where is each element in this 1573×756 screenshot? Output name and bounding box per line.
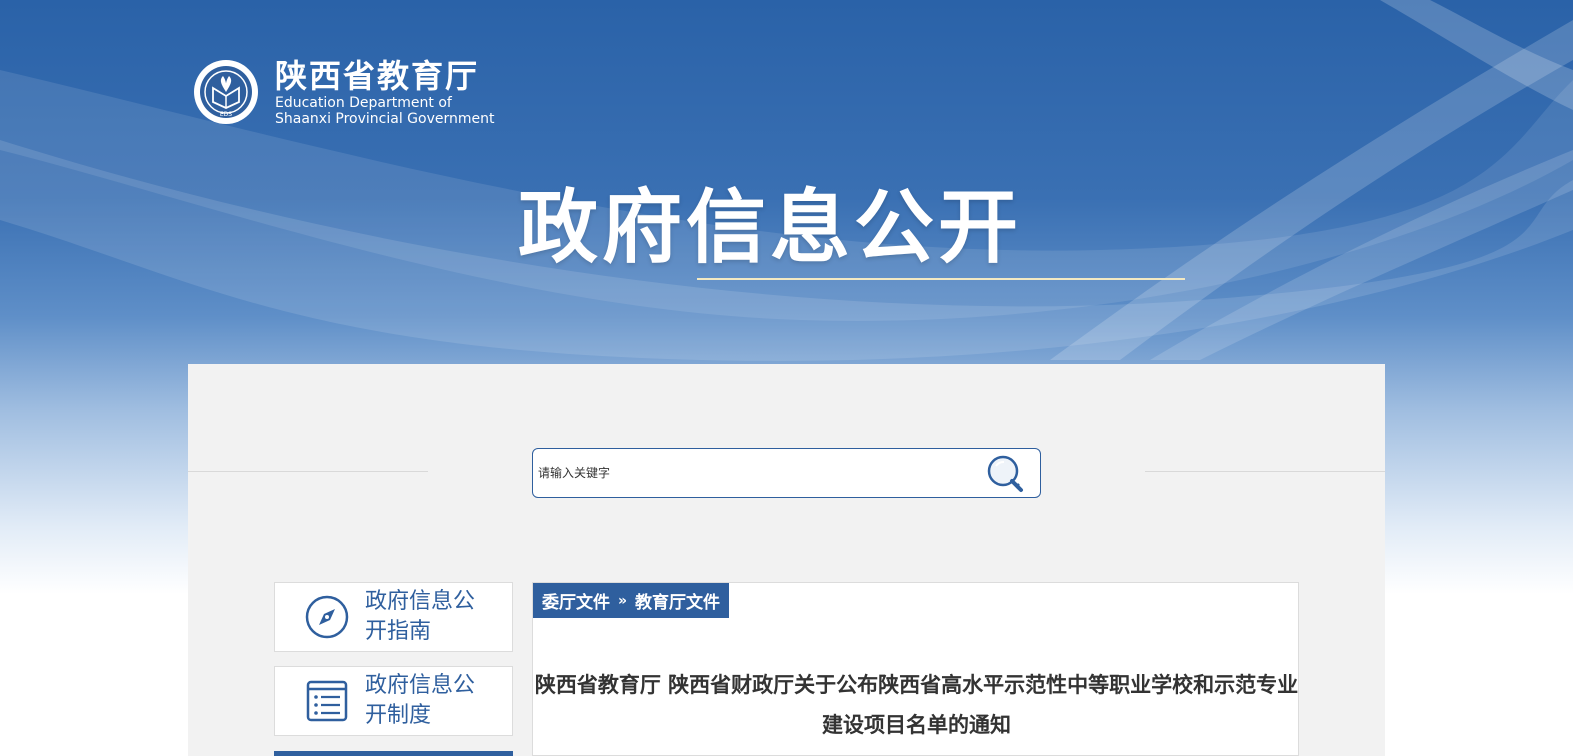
- search-button[interactable]: [985, 454, 1027, 494]
- document-list-icon: [306, 680, 348, 722]
- emblem-icon: EDS: [194, 60, 258, 124]
- org-name-cn: 陕西省教育厅: [275, 57, 480, 95]
- sidebar-item-partial[interactable]: [274, 751, 513, 756]
- divider-right: [1145, 471, 1385, 472]
- main-panel: 政府信息公开指南 政府信息公开制度 委厅文件 » 教育厅文件 陕西省教育厅 陕西…: [188, 364, 1385, 756]
- breadcrumb-parent[interactable]: 委厅文件: [542, 588, 610, 613]
- breadcrumb: 委厅文件 » 教育厅文件: [533, 583, 730, 618]
- breadcrumb-current[interactable]: 教育厅文件: [635, 588, 720, 613]
- article-panel: 委厅文件 » 教育厅文件 陕西省教育厅 陕西省财政厅关于公布陕西省高水平示范性中…: [532, 582, 1299, 756]
- site-logo[interactable]: EDS 陕西省教育厅 Education Department of Shaan…: [193, 57, 495, 127]
- divider-left: [188, 471, 428, 472]
- search-icon: [987, 455, 1023, 492]
- sidebar-item-rules[interactable]: 政府信息公开制度: [274, 666, 513, 736]
- sidebar-item-label: 政府信息公开制度: [365, 673, 476, 728]
- search-input[interactable]: [538, 461, 968, 485]
- sidebar-item-label: 政府信息公开指南: [365, 589, 476, 644]
- svg-text:EDS: EDS: [220, 111, 232, 118]
- page-title: 政府信息公开: [518, 181, 1022, 274]
- compass-icon: [305, 595, 349, 639]
- org-name-en-line1: Education Department of: [275, 95, 452, 111]
- sidebar-item-guide[interactable]: 政府信息公开指南: [274, 582, 513, 652]
- title-underline: [697, 278, 1185, 280]
- breadcrumb-separator: »: [618, 592, 628, 609]
- org-name-en-line2: Shaanxi Provincial Government: [275, 111, 495, 127]
- search-bar: [532, 448, 1041, 498]
- article-title: 陕西省教育厅 陕西省财政厅关于公布陕西省高水平示范性中等职业学校和示范专业建设项…: [534, 673, 1299, 737]
